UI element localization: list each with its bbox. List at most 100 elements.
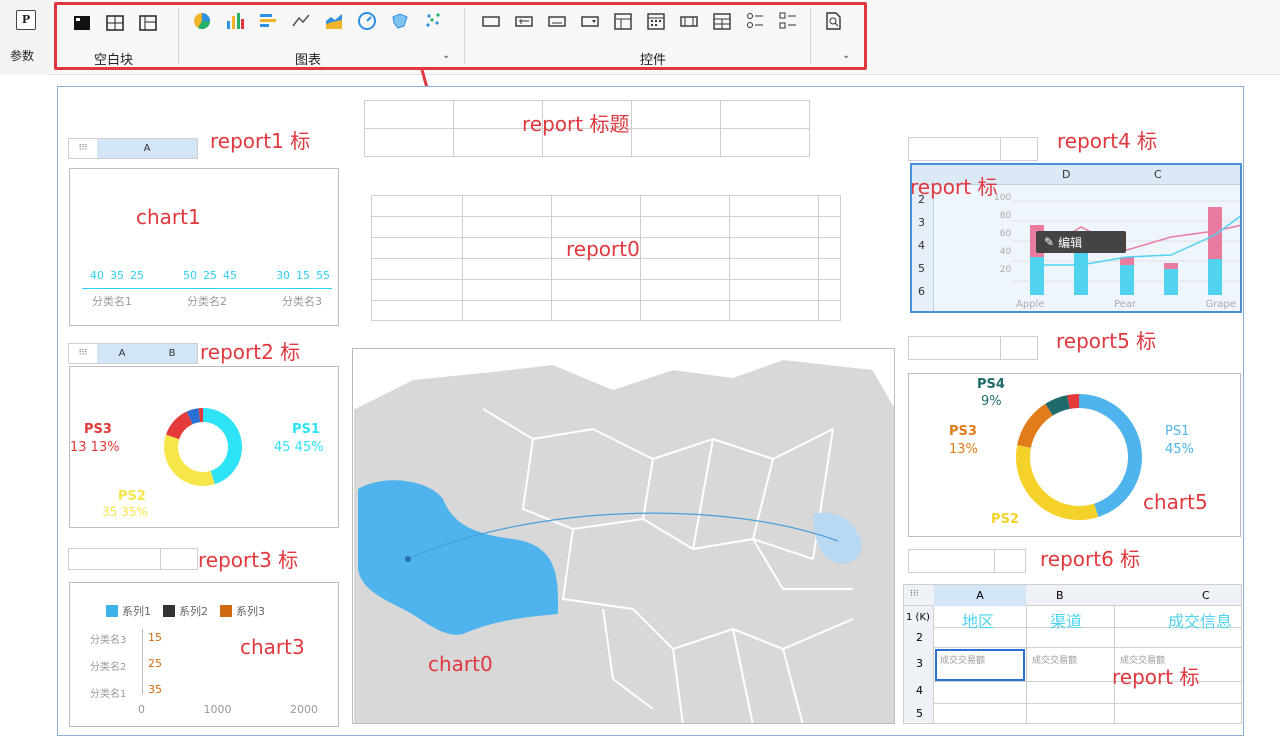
chart2-block[interactable]: PS3 13 13% PS1 45 45% PS2 35 35% xyxy=(69,366,339,528)
scatter-chart-icon[interactable] xyxy=(423,11,443,31)
report4-label: report4 标 xyxy=(1057,129,1158,153)
header-cell: 渠道 xyxy=(1050,612,1083,631)
column-header: C xyxy=(1202,589,1210,602)
report4-title-grid[interactable] xyxy=(908,137,1038,161)
chart1-category: 分类名2 xyxy=(187,295,227,308)
column-header: B xyxy=(1056,589,1064,602)
dropdown-widget-icon[interactable] xyxy=(580,11,600,31)
chart5-ps4-value: 9% xyxy=(981,394,1002,409)
chart5-ps4-label: PS4 xyxy=(977,377,1005,392)
column-header: B xyxy=(147,344,197,363)
param-p-button[interactable]: P xyxy=(16,10,36,30)
param-label[interactable]: 参数 xyxy=(10,47,34,64)
label-widget-icon[interactable] xyxy=(547,11,567,31)
chart5-donut xyxy=(1016,394,1142,520)
tree-widget-icon[interactable] xyxy=(613,11,633,31)
report6-title-grid[interactable] xyxy=(908,549,1026,573)
chart1-value: 25 xyxy=(130,269,144,282)
radio-group-widget-icon[interactable] xyxy=(745,11,765,31)
report0-label: report0 xyxy=(566,237,640,261)
chart5-ps2-label: PS2 xyxy=(991,512,1019,527)
edit-button[interactable]: ✎ 编辑 xyxy=(1036,231,1126,253)
report6-grid[interactable]: ⁝⁝⁝ A B C 1 (K) 2 3 4 5 地区 渠道 成交信息 成交交易额… xyxy=(903,584,1242,724)
left-tool-panel: P 参数 xyxy=(0,0,50,75)
chart3-categories: 分类名3 分类名2 分类名1 xyxy=(90,631,126,700)
widget-group-expand-icon[interactable]: ⌄ xyxy=(842,50,850,61)
group-label-chart: 图表 xyxy=(295,53,322,68)
horizontal-bar-icon[interactable] xyxy=(258,11,278,31)
chart1-value: 15 xyxy=(296,269,310,282)
split-block-icon[interactable] xyxy=(105,13,125,33)
pie-chart-icon[interactable] xyxy=(192,11,212,31)
legend-swatch-icon xyxy=(163,605,175,617)
date-widget-icon[interactable] xyxy=(646,11,666,31)
group-label-blank: 空白块 xyxy=(94,53,134,68)
report2-label: report2 标 xyxy=(200,340,301,364)
chart3-legend: 系列1 系列2 系列3 xyxy=(106,603,265,619)
report5-title-grid[interactable] xyxy=(908,336,1038,360)
chart5-block[interactable]: PS4 9% PS3 13% PS1 45% PS2 chart5 xyxy=(908,373,1241,537)
chart2-ps2-label: PS2 xyxy=(118,489,146,504)
chart3-block[interactable]: 系列1 系列2 系列3 分类名3 分类名2 分类名1 15 25 35 char… xyxy=(69,582,339,727)
text-input-widget-icon[interactable] xyxy=(514,11,534,31)
toolbar-separator xyxy=(178,8,179,64)
edit-button-label: 编辑 xyxy=(1058,235,1083,250)
chart1-value: 50 xyxy=(183,269,197,282)
chart3-category: 分类名3 xyxy=(90,635,127,646)
chart1-category: 分类名1 xyxy=(92,295,132,308)
chart-group-expand-icon[interactable]: ⌄ xyxy=(442,50,450,61)
edit-icon: ✎ xyxy=(1044,235,1055,249)
chart3-label: chart3 xyxy=(240,635,305,659)
number-widget-icon[interactable] xyxy=(679,11,699,31)
chart0-map-block[interactable]: chart0 xyxy=(352,348,895,724)
line-chart-icon[interactable] xyxy=(291,11,311,31)
tab-block-icon[interactable] xyxy=(138,13,158,33)
group-label-widget: 控件 xyxy=(640,53,667,68)
row-header: 5 xyxy=(916,707,923,720)
map-chart-icon[interactable] xyxy=(390,11,410,31)
chart3-tick: 2000 xyxy=(290,703,318,716)
chart2-ps1-label: PS1 xyxy=(292,422,320,437)
widget-icons xyxy=(481,11,798,31)
toolbar-separator xyxy=(810,8,811,64)
chart5-ps3-label: PS3 xyxy=(949,424,977,439)
chart3-tick: 0 xyxy=(138,703,145,716)
legend-label: 系列2 xyxy=(179,605,208,618)
chart1-label: chart1 xyxy=(136,205,201,229)
chart1-category: 分类名3 xyxy=(282,295,322,308)
button-widget-icon[interactable] xyxy=(481,11,501,31)
x-tick-labels: Apple Pear Grape xyxy=(1016,299,1236,310)
row-header: 4 xyxy=(916,684,923,697)
solid-block-icon[interactable] xyxy=(72,13,92,33)
column-header: C xyxy=(1154,168,1162,181)
report3-title-grid[interactable] xyxy=(68,548,198,570)
chart3-axis xyxy=(142,629,143,695)
area-chart-icon[interactable] xyxy=(324,11,344,31)
checkbox-group-widget-icon[interactable] xyxy=(778,11,798,31)
search-widget-icon[interactable] xyxy=(823,11,843,35)
chart2-ps2-value: 35 35% xyxy=(102,505,148,519)
table-widget-icon[interactable] xyxy=(712,11,732,31)
report4-grid-selected[interactable]: D C 2 3 4 5 6 100 80 60 40 20 Apple Pear… xyxy=(910,163,1242,313)
chart3-category: 分类名1 xyxy=(90,689,127,700)
blank-block-icons xyxy=(72,13,158,33)
chart3-tick: 1000 xyxy=(203,703,232,716)
chart-type-icons xyxy=(192,11,443,31)
report5-label: report5 标 xyxy=(1056,329,1157,353)
y-tick-labels: 100 80 60 40 20 xyxy=(994,193,1012,275)
chart2-donut xyxy=(164,408,242,486)
chart1-block[interactable]: chart1 40 35 25 50 25 45 30 15 55 分类名1 分… xyxy=(69,168,339,326)
chart5-ps1-label: PS1 xyxy=(1165,424,1190,439)
chart2-ps3-value: 13 13% xyxy=(70,440,120,455)
report2-title-grid[interactable]: ⁝⁝⁝ A B xyxy=(68,343,198,364)
report3-label: report3 标 xyxy=(198,548,299,572)
legend-swatch-icon xyxy=(220,605,232,617)
chart5-ps3-value: 13% xyxy=(949,442,978,457)
report1-title-grid[interactable]: ⁝⁝⁝ A xyxy=(68,138,198,159)
chart5-label: chart5 xyxy=(1143,490,1208,514)
toolbar-separator xyxy=(464,8,465,64)
bar-chart-icon[interactable] xyxy=(225,11,245,31)
gauge-chart-icon[interactable] xyxy=(357,11,377,31)
chart3-values: 15 25 35 xyxy=(148,631,162,696)
chart3-ticks: 0 1000 2000 xyxy=(138,703,318,716)
